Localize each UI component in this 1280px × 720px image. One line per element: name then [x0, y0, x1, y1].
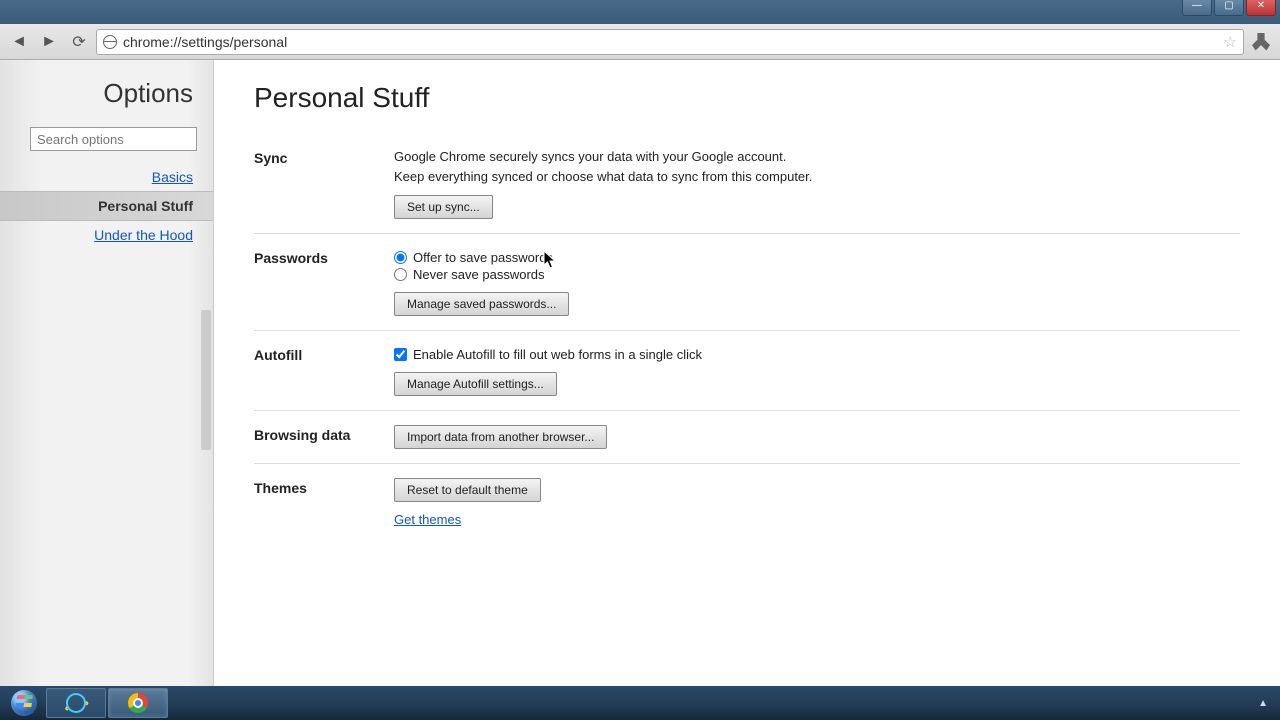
- wrench-icon: [1252, 33, 1270, 51]
- manage-autofill-settings-button[interactable]: Manage Autofill settings...: [394, 372, 557, 396]
- section-browsing-data: Browsing data Import data from another b…: [254, 411, 1240, 464]
- section-passwords: Passwords Offer to save passwords Never …: [254, 234, 1240, 331]
- sidebar-item-under-the-hood[interactable]: Under the Hood: [0, 221, 213, 249]
- browser-toolbar: ◄ ► ⟳ chrome://settings/personal ☆: [0, 24, 1280, 60]
- never-save-passwords-label: Never save passwords: [413, 267, 545, 282]
- get-themes-link[interactable]: Get themes: [394, 512, 461, 527]
- system-tray: ▲: [1258, 698, 1276, 709]
- address-bar[interactable]: chrome://settings/personal ☆: [96, 29, 1244, 55]
- reload-button[interactable]: ⟳: [66, 29, 92, 55]
- page-title: Personal Stuff: [254, 82, 1240, 114]
- back-button[interactable]: ◄: [6, 29, 32, 55]
- windows-orb-icon: [11, 690, 37, 716]
- sidebar-title: Options: [0, 78, 213, 109]
- search-options-input[interactable]: [30, 127, 197, 151]
- start-button[interactable]: [4, 688, 44, 718]
- forward-button[interactable]: ►: [36, 29, 62, 55]
- section-themes: Themes Reset to default theme Get themes: [254, 464, 1240, 541]
- chrome-icon: [128, 693, 148, 713]
- sidebar-item-personal-stuff[interactable]: Personal Stuff: [0, 191, 213, 221]
- section-sync: Sync Google Chrome securely syncs your d…: [254, 134, 1240, 234]
- set-up-sync-button[interactable]: Set up sync...: [394, 195, 493, 219]
- options-sidebar: Options Basics Personal Stuff Under the …: [0, 60, 214, 686]
- bookmark-star-icon[interactable]: ☆: [1224, 33, 1237, 51]
- sidebar-resize-handle[interactable]: [208, 60, 214, 686]
- section-heading-themes: Themes: [254, 478, 394, 527]
- taskbar-item-chrome[interactable]: [108, 688, 168, 718]
- offer-save-passwords-label: Offer to save passwords: [413, 250, 553, 265]
- section-heading-sync: Sync: [254, 148, 394, 219]
- enable-autofill-checkbox[interactable]: [394, 348, 407, 361]
- offer-save-passwords-radio[interactable]: [394, 251, 407, 264]
- import-data-button[interactable]: Import data from another browser...: [394, 425, 607, 449]
- section-heading-autofill: Autofill: [254, 345, 394, 396]
- settings-main: Personal Stuff Sync Google Chrome secure…: [214, 60, 1280, 686]
- sidebar-item-basics[interactable]: Basics: [0, 163, 213, 191]
- sync-description-1: Google Chrome securely syncs your data w…: [394, 148, 1240, 166]
- enable-autofill-label: Enable Autofill to fill out web forms in…: [413, 347, 702, 362]
- never-save-passwords-radio[interactable]: [394, 268, 407, 281]
- internet-explorer-icon: [64, 691, 88, 715]
- globe-icon: [103, 35, 117, 49]
- window-titlebar: — ▢ ✕ Google × Options - Personal Stuff …: [0, 0, 1280, 24]
- section-autofill: Autofill Enable Autofill to fill out web…: [254, 331, 1240, 411]
- window-maximize-button[interactable]: ▢: [1214, 0, 1244, 16]
- sync-description-2: Keep everything synced or choose what da…: [394, 168, 1240, 186]
- url-text: chrome://settings/personal: [123, 34, 287, 50]
- window-close-button[interactable]: ✕: [1246, 0, 1276, 16]
- section-heading-passwords: Passwords: [254, 248, 394, 316]
- window-minimize-button[interactable]: —: [1182, 0, 1212, 16]
- section-heading-browsing-data: Browsing data: [254, 425, 394, 449]
- manage-saved-passwords-button[interactable]: Manage saved passwords...: [394, 292, 569, 316]
- reset-theme-button[interactable]: Reset to default theme: [394, 478, 541, 502]
- show-hidden-icons-button[interactable]: ▲: [1258, 698, 1268, 709]
- wrench-menu-button[interactable]: [1248, 29, 1274, 55]
- windows-taskbar: ▲: [0, 686, 1280, 720]
- taskbar-item-ie[interactable]: [46, 688, 106, 718]
